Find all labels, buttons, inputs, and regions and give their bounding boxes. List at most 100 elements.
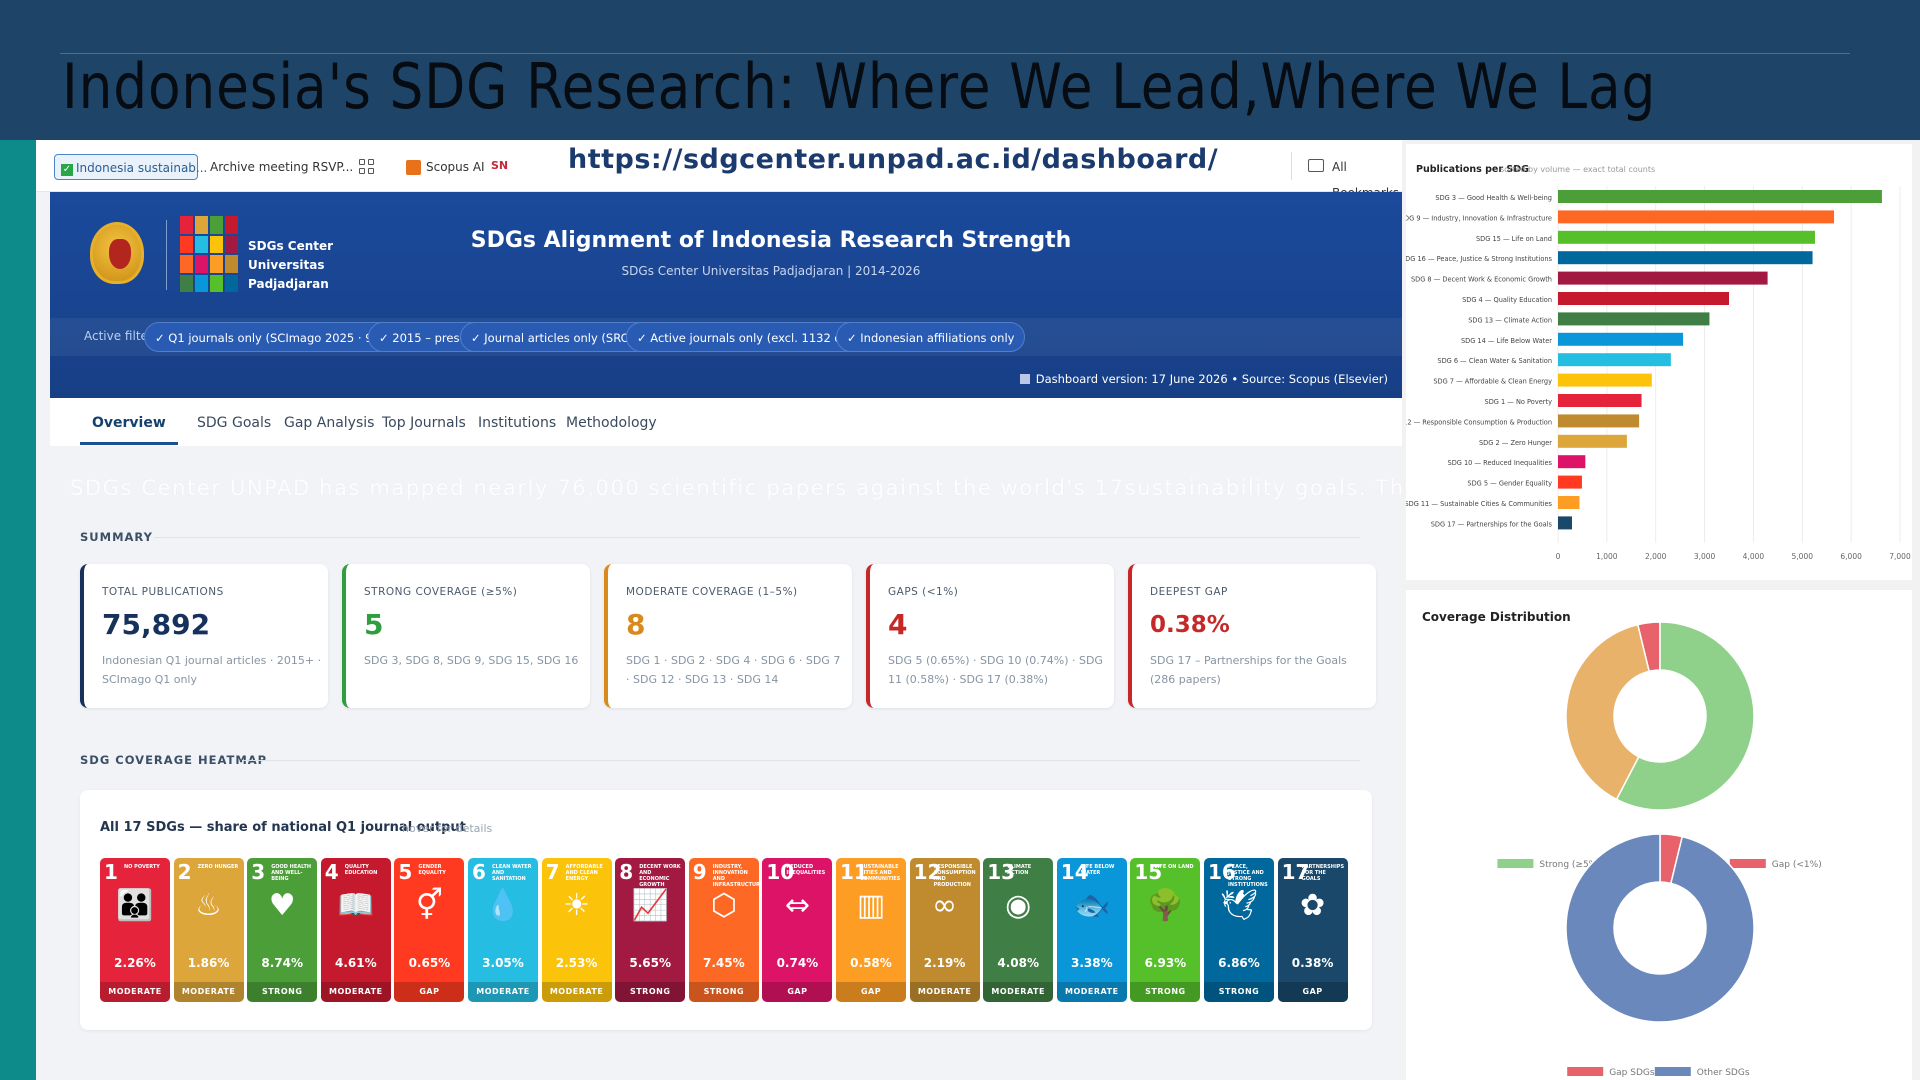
sdg-status-badge: STRONG (615, 982, 686, 1002)
sdg-tile-1[interactable]: 1 No Poverty 👪 2.26% MODERATE (100, 858, 170, 1002)
sdg-tile-9[interactable]: 9 Industry, Innovation and Infrastructure… (688, 858, 759, 1002)
x-tick-label: 5,000 (1792, 552, 1814, 561)
sdg-name: Clean Water and Sanitation (492, 864, 532, 882)
y-category-label: SDG 4 — Quality Education (1462, 296, 1552, 304)
sdg-tile-15[interactable]: 15 Life on Land 🌳 6.93% STRONG (1130, 858, 1201, 1002)
sdg-number: 2 (177, 860, 192, 884)
intro-text: SDGs Center UNPAD has mapped nearly 76,0… (70, 476, 1402, 500)
card-subtext: SDG 17 – Partnerships for the Goals (286… (1150, 654, 1347, 686)
sdg-tile-17[interactable]: 17 Partnerships for the Goals ✿ 0.38% GAP (1277, 858, 1348, 1002)
bar-sdg (1558, 373, 1652, 387)
sdg-status-badge: MODERATE (320, 982, 391, 1002)
card-value: 75,892 (102, 608, 211, 641)
sdg-tile-13[interactable]: 13 Climate Action ◉ 4.08% MODERATE (983, 858, 1054, 1002)
sdg-status-badge: MODERATE (1056, 982, 1127, 1002)
sn-favicon-icon[interactable]: SN (491, 159, 508, 172)
sdg-tile-2[interactable]: 2 Zero Hunger ♨ 1.86% MODERATE (173, 858, 244, 1002)
sdg-number: 1 (104, 860, 118, 884)
sdg-share: 0.74% (776, 956, 819, 970)
publications-per-sdg-chart: 0 1,000 2,000 3,000 4,000 5,000 6,000 7,000 SDG … (1406, 144, 1912, 580)
sdg-share: 2.26% (114, 956, 156, 970)
sdg-tile-10[interactable]: 10 Reduced Inequalities ⇔ 0.74% GAP (762, 858, 833, 1002)
bar-sdg (1558, 312, 1710, 326)
card-value: 0.38% (1150, 612, 1230, 638)
sdg-status-badge: STRONG (688, 982, 759, 1002)
legend-swatch (1654, 1067, 1691, 1076)
filter-chip-indonesia[interactable]: ✓ Indonesian affiliations only (836, 322, 1026, 352)
sdg-tile-5[interactable]: 5 Gender Equality ⚥ 0.65% GAP (394, 858, 465, 1002)
apps-grid-icon[interactable] (359, 159, 374, 174)
legend-swatch (1729, 859, 1766, 868)
sdg-tile-8[interactable]: 8 Decent Work and Economic Growth 📈 5.65% ST… (615, 858, 686, 1002)
sdg-tile-11[interactable]: 11 Sustainable Cities and Communities ▥ 0.5… (836, 858, 906, 1002)
bar-sdg (1558, 292, 1729, 305)
sdg-share: 5.65% (629, 956, 671, 970)
growth-icon: 📈 (631, 888, 669, 923)
y-category-label: SDG 11 — Sustainable Cities & Communitie… (1406, 500, 1553, 508)
tab-institutions[interactable]: Institutions (478, 415, 556, 431)
browser-tab-scopus[interactable]: Scopus AI (426, 154, 485, 180)
dashboard-screenshot: ✓ Indonesia sustainab... Archive meeting … (36, 140, 1402, 1080)
tab-methodology[interactable]: Methodology (566, 415, 657, 431)
browser-tab-active[interactable]: ✓ Indonesia sustainab... (54, 154, 207, 180)
tab-top-journals[interactable]: Top Journals (382, 415, 466, 431)
x-tick-label: 7,000 (1889, 552, 1911, 561)
sdg-number: 7 (545, 860, 560, 884)
sdg-number: 4 (324, 860, 339, 884)
sdg-tile-12[interactable]: 12 Responsible Consumption and Production… (909, 858, 980, 1002)
card-label: MODERATE COVERAGE (1–5%) (626, 586, 798, 598)
sdg-status-badge: GAP (836, 982, 906, 1002)
sdg-share: 3.05% (482, 956, 524, 970)
sdg-status-badge: MODERATE (541, 982, 612, 1002)
sdg-tile-3[interactable]: 3 Good Health and Well-Being ♥ 8.74% STRONG (247, 858, 318, 1002)
sdg-name: Sustainable Cities and Communities (860, 864, 901, 882)
heatmap-divider (242, 760, 1360, 761)
sdg-name: Zero Hunger (197, 864, 239, 870)
tree-icon: 🌳 (1146, 888, 1185, 923)
sdg-share: 6.93% (1144, 956, 1187, 970)
card-label: STRONG COVERAGE (≥5%) (364, 586, 518, 598)
sdg-tile-7[interactable]: 7 Affordable and Clean Energy ☀ 2.53% MODERA… (541, 858, 612, 1002)
sdg-share: 4.61% (334, 956, 377, 970)
sdg-name: Climate Action (1007, 864, 1032, 876)
url-text[interactable]: https://sdgcenter.unpad.ac.id/dashboard/ (568, 144, 1218, 175)
dashboard-subtitle: SDGs Center Universitas Padjadjaran | 20… (621, 264, 921, 278)
sdg-tile-14[interactable]: 14 Life Below Water 🐟 3.38% MODERATE (1056, 858, 1127, 1002)
rings-icon: ✿ (1300, 888, 1326, 923)
bar-sdg (1558, 496, 1580, 509)
sdg-status-badge: GAP (762, 982, 833, 1002)
y-category-label: SDG 12 — Responsible Consumption & Produ… (1406, 418, 1552, 426)
fish-icon: 🐟 (1073, 888, 1111, 923)
tab-sdg-goals[interactable]: SDG Goals (197, 415, 271, 431)
bar-chart-subtitle: sorted by volume — exact total counts (1500, 165, 1656, 174)
sdg-tile-6[interactable]: 6 Clean Water and Sanitation 💧 3.05% MODERAT… (468, 858, 538, 1002)
sdg-tile-4[interactable]: 4 Quality Education 📖 4.61% MODERATE (320, 858, 391, 1002)
sdg-name: Decent Work and Economic Growth (639, 864, 681, 888)
card-strong-coverage: STRONG COVERAGE (≥5%) 5 SDG 3, SDG 8, SD… (342, 564, 590, 708)
y-category-label: SDG 5 — Gender Equality (1467, 480, 1552, 488)
y-category-label: SDG 7 — Affordable & Clean Energy (1433, 378, 1552, 386)
summary-divider (154, 537, 1360, 538)
dove-icon: 🕊 (1219, 888, 1259, 923)
y-category-label: SDG 6 — Clean Water & Sanitation (1437, 357, 1552, 365)
sdg-tile-16[interactable]: 16 Peace, Justice and Strong Institutions… (1204, 858, 1274, 1002)
browser-tab-label: Indonesia sustainab... (76, 161, 208, 175)
browser-tab[interactable]: Archive meeting RSVP... (210, 154, 353, 180)
x-tick-label: 0 (1556, 552, 1561, 561)
sdg-name: Affordable and Clean Energy (565, 864, 603, 882)
bar-sdg (1558, 414, 1640, 428)
bar-sdg (1558, 353, 1671, 367)
sdg-name: Peace, Justice and Strong Institutions (1228, 864, 1268, 888)
tab-overview[interactable]: Overview (92, 415, 166, 431)
scopus-favicon-icon (406, 160, 421, 175)
sdg-status-badge: GAP (1277, 982, 1348, 1002)
sdg-number: 3 (251, 860, 266, 884)
gender-icon: ⚥ (415, 888, 443, 923)
sdg-number: 9 (692, 860, 707, 884)
water-icon: 💧 (484, 888, 522, 923)
tab-gap-analysis[interactable]: Gap Analysis (284, 415, 374, 431)
folder-icon (1308, 159, 1324, 172)
sdg-share: 1.86% (187, 956, 230, 970)
people-icon: 👪 (116, 888, 154, 923)
sdg-name: Gender Equality (418, 864, 446, 876)
